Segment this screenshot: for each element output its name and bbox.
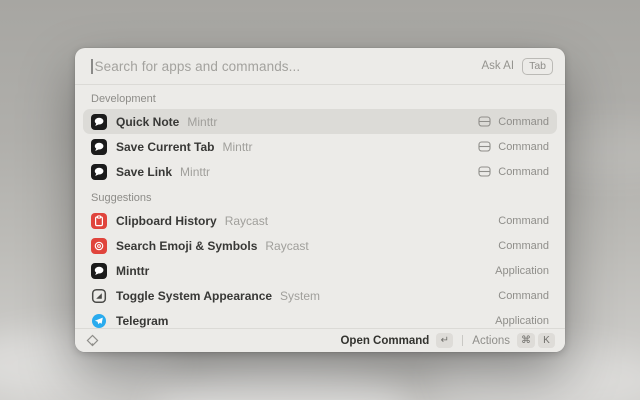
minttr-icon	[91, 139, 107, 155]
item-title: Save Current Tab	[116, 140, 214, 154]
item-subtitle: Minttr	[222, 140, 252, 154]
list-item-save-current-tab[interactable]: Save Current Tab Minttr Command	[83, 134, 557, 159]
list-item-clipboard-history[interactable]: Clipboard History Raycast Command	[83, 208, 557, 233]
item-type: Application	[495, 265, 549, 277]
item-subtitle: Raycast	[225, 214, 268, 228]
open-command-button[interactable]: Open Command	[340, 335, 429, 347]
list-item-telegram[interactable]: Telegram Application	[83, 308, 557, 328]
minttr-icon	[91, 263, 107, 279]
ask-ai-label[interactable]: Ask AI	[481, 60, 514, 72]
section-header-suggestions: Suggestions	[83, 184, 557, 208]
list-item-minttr-app[interactable]: Minttr Application	[83, 258, 557, 283]
tab-key-badge: Tab	[522, 58, 553, 75]
item-subtitle: System	[280, 289, 320, 303]
item-title: Save Link	[116, 165, 172, 179]
wallpaper-cloud	[150, 365, 410, 400]
item-type: Command	[498, 116, 549, 128]
command-window-icon	[478, 166, 491, 177]
list-item-save-link[interactable]: Save Link Minttr Command	[83, 159, 557, 184]
wallpaper-cloud	[430, 345, 640, 400]
item-title: Quick Note	[116, 115, 179, 129]
cmd-key-badge: ⌘	[517, 333, 535, 348]
command-window-icon	[478, 116, 491, 127]
list-item-search-emoji[interactable]: Search Emoji & Symbols Raycast Command	[83, 233, 557, 258]
search-input[interactable]: Search for apps and commands...	[95, 59, 482, 74]
clipboard-icon	[91, 213, 107, 229]
text-cursor	[91, 59, 93, 74]
item-title: Clipboard History	[116, 214, 217, 228]
section-header-development: Development	[83, 85, 557, 109]
k-key-badge: K	[538, 333, 555, 348]
action-bar: Open Command ↵ Actions ⌘ K	[75, 329, 565, 352]
item-type: Command	[498, 290, 549, 302]
item-subtitle: Minttr	[187, 115, 217, 129]
minttr-icon	[91, 114, 107, 130]
raycast-logo-icon[interactable]	[85, 333, 100, 348]
results-list: Development Quick Note Minttr Command Sa…	[75, 85, 565, 328]
item-title: Minttr	[116, 264, 149, 278]
item-title: Toggle System Appearance	[116, 289, 272, 303]
item-subtitle: Minttr	[180, 165, 210, 179]
item-title: Search Emoji & Symbols	[116, 239, 257, 253]
list-item-toggle-appearance[interactable]: Toggle System Appearance System Command	[83, 283, 557, 308]
list-item-quick-note[interactable]: Quick Note Minttr Command	[83, 109, 557, 134]
actions-button[interactable]: Actions	[472, 335, 510, 347]
telegram-icon	[91, 313, 107, 329]
raycast-launcher-window: Search for apps and commands... Ask AI T…	[75, 48, 565, 352]
item-type: Command	[498, 166, 549, 178]
return-key-badge: ↵	[436, 333, 453, 348]
footer-separator	[462, 335, 463, 346]
emoji-icon	[91, 238, 107, 254]
item-type: Command	[498, 215, 549, 227]
search-bar[interactable]: Search for apps and commands... Ask AI T…	[75, 48, 565, 84]
minttr-icon	[91, 164, 107, 180]
item-subtitle: Raycast	[265, 239, 308, 253]
item-title: Telegram	[116, 314, 168, 328]
item-type: Application	[495, 315, 549, 327]
item-type: Command	[498, 240, 549, 252]
item-type: Command	[498, 141, 549, 153]
command-window-icon	[478, 141, 491, 152]
appearance-icon	[91, 288, 107, 304]
